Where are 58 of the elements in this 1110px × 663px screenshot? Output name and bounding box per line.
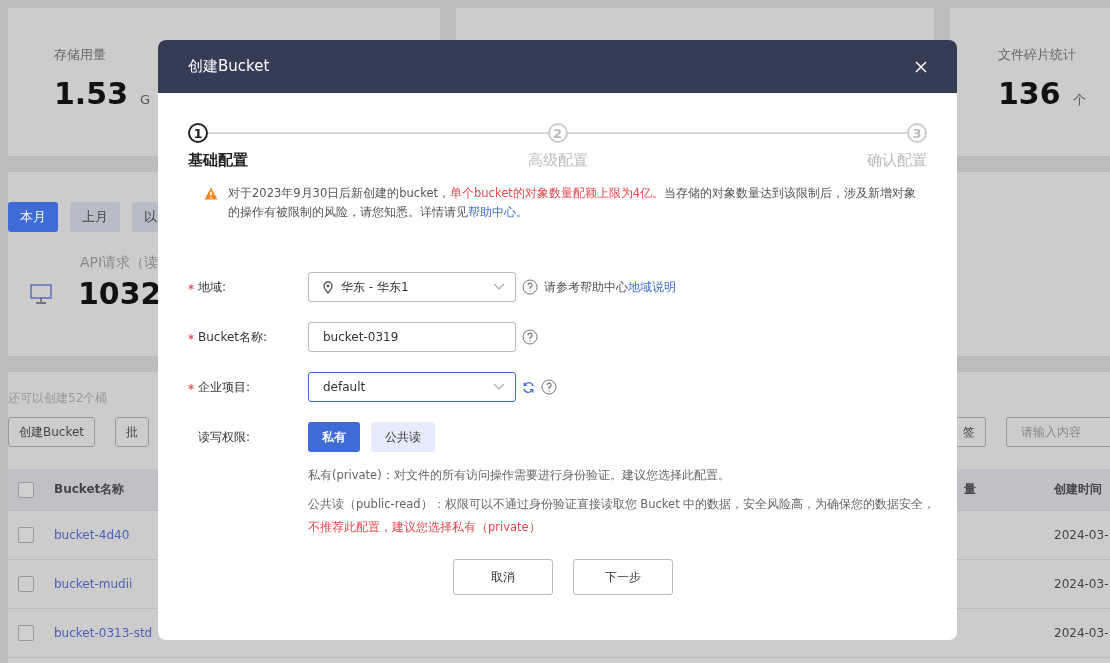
field-label: 地域: [198, 278, 227, 296]
stat-unit: 个 [1072, 91, 1086, 109]
field-label: 企业项目: [198, 378, 251, 396]
step-label: 基础配置 [188, 151, 248, 170]
table-cell-text: 2024-03- [1053, 528, 1110, 542]
field-label: 读写权限: [198, 428, 251, 446]
column-header: 创建时间 [1053, 481, 1103, 498]
api-value: 1032 [78, 276, 162, 311]
permission-option[interactable]: 私有 [308, 422, 360, 452]
stat-label: 文件碎片统计 [998, 46, 1077, 64]
close-button[interactable] [915, 60, 927, 73]
chevron-down-icon [493, 383, 505, 391]
period-tab[interactable]: 上月 [70, 202, 120, 232]
checkbox[interactable] [18, 527, 34, 543]
search-field[interactable]: 请输入内容 [1006, 417, 1110, 447]
permission-option[interactable]: 公共读 [371, 422, 435, 452]
help-icon[interactable] [522, 329, 538, 345]
input-field[interactable]: bucket-0319 [308, 322, 516, 352]
select-field[interactable]: default [308, 372, 516, 402]
location-pin-icon [323, 280, 333, 294]
select-field[interactable]: 华东 - 华东1 [308, 272, 516, 302]
cancel-button[interactable]: 取消 [452, 559, 553, 595]
checkbox[interactable] [18, 481, 34, 498]
checkbox[interactable] [18, 576, 34, 592]
api-monitor-icon [30, 282, 52, 305]
permission-description: 公共读（public-read）：权限可以不通过身份验证直接读取您 Bucket 中的数据，安全风险高，为确保您的数据安全， 不推荐此配置，建议您选择私有（private） [308, 496, 937, 536]
stat-unit: G [140, 92, 151, 107]
batch-button[interactable]: 批 [115, 417, 150, 447]
chevron-down-icon [493, 283, 505, 291]
field-label: Bucket名称: [198, 328, 268, 346]
step-number: 3 [907, 123, 927, 143]
close-icon [915, 60, 927, 73]
create-bucket-button[interactable]: 创建Bucket [8, 417, 96, 447]
checkbox[interactable] [18, 625, 34, 641]
table-cell-text: 2024-03- [1053, 626, 1110, 640]
stat-value: 1.53 [54, 76, 129, 111]
step-number: 2 [547, 123, 568, 143]
warning-text: 对于2023年9月30日后新创建的bucket，单个bucket的对象数量配额上限为4亿。当存储的对象数量达到该限制后，涉及新增对象的操作有被限制的风险，请您知悉。详情请见帮助中心。 [228, 185, 917, 221]
step-label: 确认配置 [867, 151, 927, 170]
column-header: Bucket名称 [53, 481, 126, 498]
table-cell-text: 2024-03- [1053, 577, 1110, 591]
help-icon[interactable] [522, 279, 538, 295]
permission-description: 私有(private)：对文件的所有访问操作需要进行身份验证。建议您选择此配置。 [308, 467, 731, 484]
help-center-link[interactable]: 帮助中心。 [468, 205, 528, 219]
refresh-icon[interactable] [522, 380, 535, 394]
step-number: 1 [188, 123, 208, 143]
column-header: 量 [963, 481, 977, 498]
api-label: API请求（读 [79, 254, 160, 272]
help-icon[interactable] [541, 379, 557, 395]
stat-label: 存储用量 [54, 46, 107, 64]
step-label: 高级配置 [527, 151, 588, 170]
region-doc-link[interactable]: 地域说明 [628, 279, 676, 294]
warning-icon [204, 187, 218, 200]
field-hint: 请参考帮助中心地域说明 [544, 279, 676, 295]
next-button[interactable]: 下一步 [572, 559, 673, 595]
period-tab[interactable]: 本月 [8, 202, 58, 232]
dialog-title: 创建Bucket [188, 57, 270, 76]
stat-value: 136 [998, 76, 1061, 111]
